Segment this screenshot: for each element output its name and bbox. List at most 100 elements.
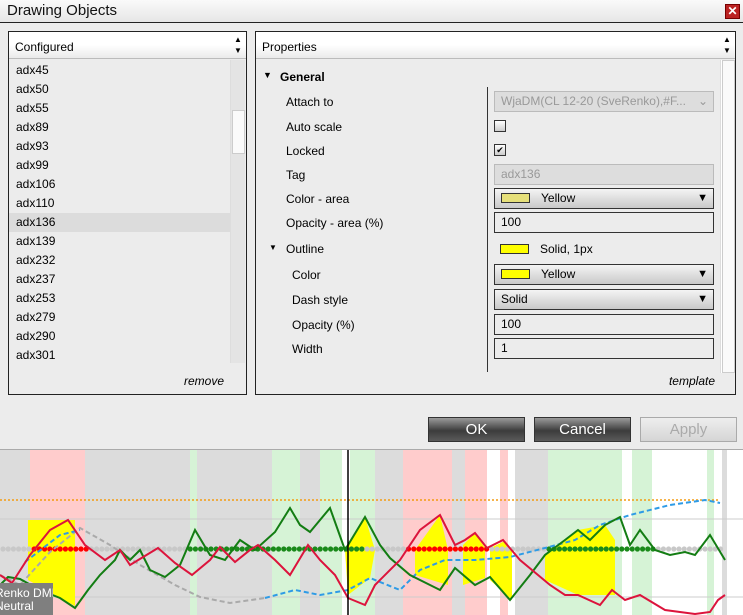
sort-arrows-icon[interactable]: ▲ ▼ — [722, 34, 732, 56]
signal-dot — [426, 546, 432, 552]
configured-list-item[interactable]: adx110 — [9, 194, 230, 213]
dmi-chart — [0, 450, 743, 615]
apply-button[interactable]: Apply — [640, 417, 737, 442]
configured-header-label: Configured — [15, 40, 74, 54]
configured-list-item[interactable]: adx99 — [9, 156, 230, 175]
signal-dot — [582, 546, 589, 552]
configured-scrollbar[interactable] — [230, 60, 245, 363]
background-band — [85, 450, 190, 615]
signal-dot — [385, 546, 391, 552]
configured-list-item[interactable]: adx290 — [9, 327, 230, 346]
signal-dot — [634, 546, 641, 552]
signal-dot — [270, 546, 276, 552]
auto-scale-checkbox[interactable] — [494, 120, 506, 132]
signal-dot — [494, 546, 500, 552]
color-area-select[interactable]: Yellow ▼ — [494, 188, 714, 209]
signal-dot — [348, 546, 354, 552]
signal-dot — [458, 546, 464, 552]
background-band — [714, 450, 722, 615]
configured-list-item[interactable]: adx279 — [9, 308, 230, 327]
signal-dot — [442, 546, 448, 552]
signal-dot — [281, 546, 287, 552]
opacity-area-input[interactable]: 100 — [494, 212, 714, 233]
tag-label: Tag — [286, 168, 306, 182]
signal-dot — [10, 546, 16, 552]
outline-color-select[interactable]: Yellow ▼ — [494, 264, 714, 285]
signal-dot — [515, 546, 521, 552]
signal-dot — [265, 546, 271, 552]
close-icon[interactable]: ✕ — [725, 4, 740, 19]
chevron-down-icon: ▼ — [697, 192, 708, 204]
attach-to-select: WjaDM(CL 12-20 (SveRenko),#F... ⌄ — [494, 91, 714, 112]
signal-dot — [437, 546, 443, 552]
signal-dot — [94, 546, 100, 552]
outline-color-label: Color — [292, 268, 321, 282]
signal-dot — [104, 546, 110, 552]
signal-dot — [707, 546, 713, 552]
dash-style-select[interactable]: Solid ▼ — [494, 289, 714, 310]
configured-list-item[interactable]: adx301 — [9, 346, 230, 365]
cancel-button[interactable]: Cancel — [534, 417, 631, 442]
signal-dot — [177, 546, 183, 552]
signal-dot — [681, 546, 687, 552]
general-section[interactable]: General — [280, 70, 325, 84]
title-bar[interactable]: Drawing Objects ✕ — [0, 0, 743, 23]
outline-opacity-input[interactable]: 100 — [494, 314, 714, 335]
signal-dot — [629, 546, 635, 552]
outline-summary: Solid, 1px — [500, 242, 593, 256]
color-area-value: Yellow — [541, 191, 576, 205]
signal-dot — [57, 546, 63, 552]
signal-dot — [499, 546, 505, 552]
signal-dot — [68, 546, 74, 552]
configured-header[interactable]: Configured ▲ ▼ — [9, 32, 246, 59]
chart-background — [0, 450, 743, 615]
collapse-triangle-icon[interactable]: ▼ — [269, 243, 277, 252]
attach-to-value: WjaDM(CL 12-20 (SveRenko),#F... — [501, 94, 686, 108]
signal-dot — [562, 546, 568, 552]
configured-list-item[interactable]: adx136 — [9, 213, 230, 232]
properties-scrollbar[interactable] — [720, 60, 735, 373]
signal-dot — [645, 546, 651, 552]
configured-list-item[interactable]: adx55 — [9, 99, 230, 118]
sort-arrows-icon[interactable]: ▲ ▼ — [233, 34, 243, 56]
configured-list-item[interactable]: adx50 — [9, 80, 230, 99]
configured-list-item[interactable]: adx93 — [9, 137, 230, 156]
collapse-triangle-icon[interactable]: ▼ — [263, 70, 272, 80]
signal-dot — [598, 546, 604, 552]
signal-dot — [317, 546, 323, 552]
ok-button[interactable]: OK — [428, 417, 525, 442]
configured-list-item[interactable]: adx139 — [9, 232, 230, 251]
width-input[interactable]: 1 — [494, 338, 714, 359]
signal-dot — [369, 546, 375, 552]
outline-section[interactable]: Outline — [286, 242, 324, 256]
configured-list-item[interactable]: adx106 — [9, 175, 230, 194]
template-link[interactable]: template — [669, 374, 715, 388]
signal-dot — [671, 546, 677, 552]
signal-dot — [660, 546, 667, 552]
configured-list-item[interactable]: adx237 — [9, 270, 230, 289]
scrollbar-thumb[interactable] — [722, 60, 735, 373]
signal-dot — [692, 546, 698, 552]
signal-dot — [78, 546, 84, 552]
configured-list-item[interactable]: adx45 — [9, 61, 230, 80]
signal-dot — [328, 546, 334, 552]
locked-checkbox[interactable]: ✔ — [494, 144, 506, 156]
opacity-area-label: Opacity - area (%) — [286, 216, 384, 230]
signal-dot — [640, 546, 646, 552]
color-swatch — [501, 269, 530, 279]
signal-dot — [291, 546, 297, 552]
configured-list-item[interactable]: adx253 — [9, 289, 230, 308]
signal-dot — [676, 546, 682, 552]
signal-dot — [608, 546, 615, 552]
configured-list-item[interactable]: adx232 — [9, 251, 230, 270]
configured-list-item[interactable]: adx89 — [9, 118, 230, 137]
scrollbar-thumb[interactable] — [232, 110, 245, 154]
signal-dot — [333, 546, 339, 552]
remove-link[interactable]: remove — [184, 374, 224, 388]
attach-to-label: Attach to — [286, 95, 334, 109]
signal-dot — [624, 546, 630, 552]
signal-dot — [354, 546, 360, 552]
background-band — [707, 450, 714, 615]
background-band — [622, 450, 632, 615]
signal-dot — [473, 546, 479, 552]
